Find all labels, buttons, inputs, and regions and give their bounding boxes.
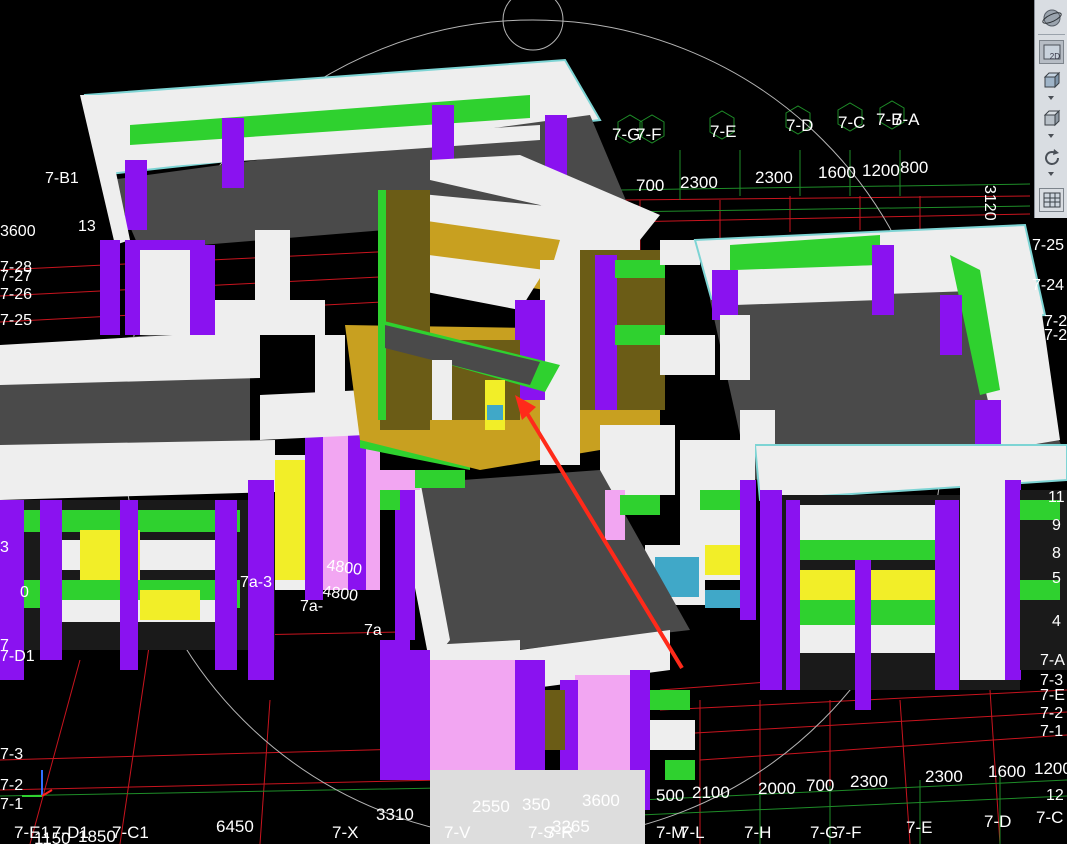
right-axis-7-22: 7-22 bbox=[1044, 327, 1067, 344]
mid-label-4800b: 4800 bbox=[321, 583, 359, 605]
left-dim-13: 13 bbox=[78, 218, 96, 235]
dim-top-2300a: 2300 bbox=[680, 173, 718, 192]
right-axis-7E: 7-E bbox=[1040, 687, 1065, 704]
model-canvas[interactable]: 7-G 7-F 7-E 7-D 7-C 7-B 7-A 700 2300 230… bbox=[0, 0, 1067, 844]
axis-label-7C: 7-C bbox=[838, 113, 865, 132]
dim-bottom-350: 350 bbox=[522, 795, 550, 814]
right-axis-7-24: 7-24 bbox=[1032, 277, 1064, 294]
left-axis-7-1: 7-1 bbox=[0, 796, 23, 813]
axis-labels-top: 7-G 7-F 7-E 7-D 7-C 7-B 7-A bbox=[612, 110, 920, 144]
bottom-axis-7C1: 7-C1 bbox=[112, 823, 149, 842]
orbit-sphere-icon[interactable] bbox=[1039, 6, 1064, 30]
xyz-axis-gizmo bbox=[22, 770, 53, 797]
dim-top-2300b: 2300 bbox=[755, 168, 793, 187]
box-icon[interactable] bbox=[1039, 106, 1064, 130]
bottom-axis-7G: 7-G bbox=[810, 823, 838, 842]
dim-bottom-700: 700 bbox=[806, 776, 834, 795]
dim-bottom-2300b: 2300 bbox=[925, 767, 963, 786]
axis-label-7E: 7-E bbox=[710, 122, 736, 141]
bottom-axis-7H: 7-H bbox=[744, 823, 771, 842]
dim-bottom-1200: 1200 bbox=[1034, 759, 1067, 778]
bottom-axis-7X: 7-X bbox=[332, 823, 358, 842]
dim-bottom-3310: 3310 bbox=[376, 805, 414, 824]
dim-top-1200: 1200 bbox=[862, 161, 900, 180]
right-label-11: 11 bbox=[1048, 489, 1065, 506]
right-label-8: 8 bbox=[1052, 545, 1061, 562]
dim-bottom-1150: 1150 bbox=[34, 829, 71, 844]
dim-bottom-1600: 1600 bbox=[988, 762, 1026, 781]
bottom-axis-7C: 7-C bbox=[1036, 808, 1063, 827]
right-axis-7-1: 7-1 bbox=[1040, 723, 1063, 740]
mid-label-7a: 7a bbox=[364, 622, 382, 639]
left-axis-7-25: 7-25 bbox=[0, 312, 32, 329]
left-axis-7-2: 7-2 bbox=[0, 777, 23, 794]
left-axis-7-3: 7-3 bbox=[0, 746, 23, 763]
view-2d-label: 2D bbox=[1049, 52, 1060, 61]
bottom-axis-7D: 7-D bbox=[984, 812, 1011, 831]
bottom-axis-7F: 7-F bbox=[836, 823, 862, 842]
dim-bottom-2000: 2000 bbox=[758, 779, 796, 798]
dim-bottom-1850: 1850 bbox=[78, 827, 116, 844]
left-label-3: 3 bbox=[0, 539, 9, 556]
dim-top-700: 700 bbox=[636, 176, 664, 195]
dim-bottom-500: 500 bbox=[656, 786, 684, 805]
left-label-0: 0 bbox=[20, 584, 29, 601]
right-axis-7-2: 7-2 bbox=[1040, 705, 1063, 722]
view-2d-button[interactable]: 2D bbox=[1039, 40, 1064, 64]
dim-top-1600: 1600 bbox=[818, 163, 856, 182]
building-right-block[interactable] bbox=[600, 223, 1067, 710]
left-dim-3600: 3600 bbox=[0, 223, 36, 240]
bottom-axis-7V: 7-V bbox=[444, 823, 471, 842]
plane-grid-icon[interactable] bbox=[1039, 188, 1064, 212]
right-label-9: 9 bbox=[1052, 517, 1061, 534]
axis-label-7A: 7-A bbox=[893, 110, 920, 129]
axis-label-7F: 7-F bbox=[636, 125, 662, 144]
left-axis-7-26: 7-26 bbox=[0, 286, 32, 303]
cube-3d-icon[interactable] bbox=[1039, 68, 1064, 92]
dim-top-800: 800 bbox=[900, 158, 928, 177]
left-label-7: 7 bbox=[0, 637, 9, 654]
dim-bottom-2100: 2100 bbox=[692, 783, 730, 802]
right-axis-7-25: 7-25 bbox=[1032, 237, 1064, 254]
right-dim-12: 12 bbox=[1046, 787, 1064, 804]
rotate-icon[interactable] bbox=[1039, 146, 1064, 170]
right-dim-3120: 3120 bbox=[981, 185, 998, 221]
axis-label-7D: 7-D bbox=[786, 116, 813, 135]
right-axis-7A: 7-A bbox=[1040, 652, 1065, 669]
dim-bottom-6450: 6450 bbox=[216, 817, 254, 836]
mid-label-7a-3: 7a-3 bbox=[240, 574, 272, 591]
mid-label-7a-dash: 7a- bbox=[300, 598, 323, 615]
right-label-5: 5 bbox=[1052, 570, 1061, 587]
right-label-4: 4 bbox=[1052, 613, 1061, 630]
dim-bottom-3265: 3265 bbox=[552, 817, 590, 836]
left-axis-7-27: 7-27 bbox=[0, 268, 32, 285]
view-toolbar: 2D bbox=[1034, 0, 1067, 218]
dim-bottom-3600: 3600 bbox=[582, 791, 620, 810]
3d-model-viewport[interactable]: 7-G 7-F 7-E 7-D 7-C 7-B 7-A 700 2300 230… bbox=[0, 0, 1067, 844]
left-axis-7B1: 7-B1 bbox=[45, 170, 79, 187]
bottom-axis-7E: 7-E bbox=[906, 818, 932, 837]
dim-bottom-2300a: 2300 bbox=[850, 772, 888, 791]
dim-bottom-2550: 2550 bbox=[472, 797, 510, 816]
bottom-axis-7L: 7-L bbox=[680, 823, 705, 842]
